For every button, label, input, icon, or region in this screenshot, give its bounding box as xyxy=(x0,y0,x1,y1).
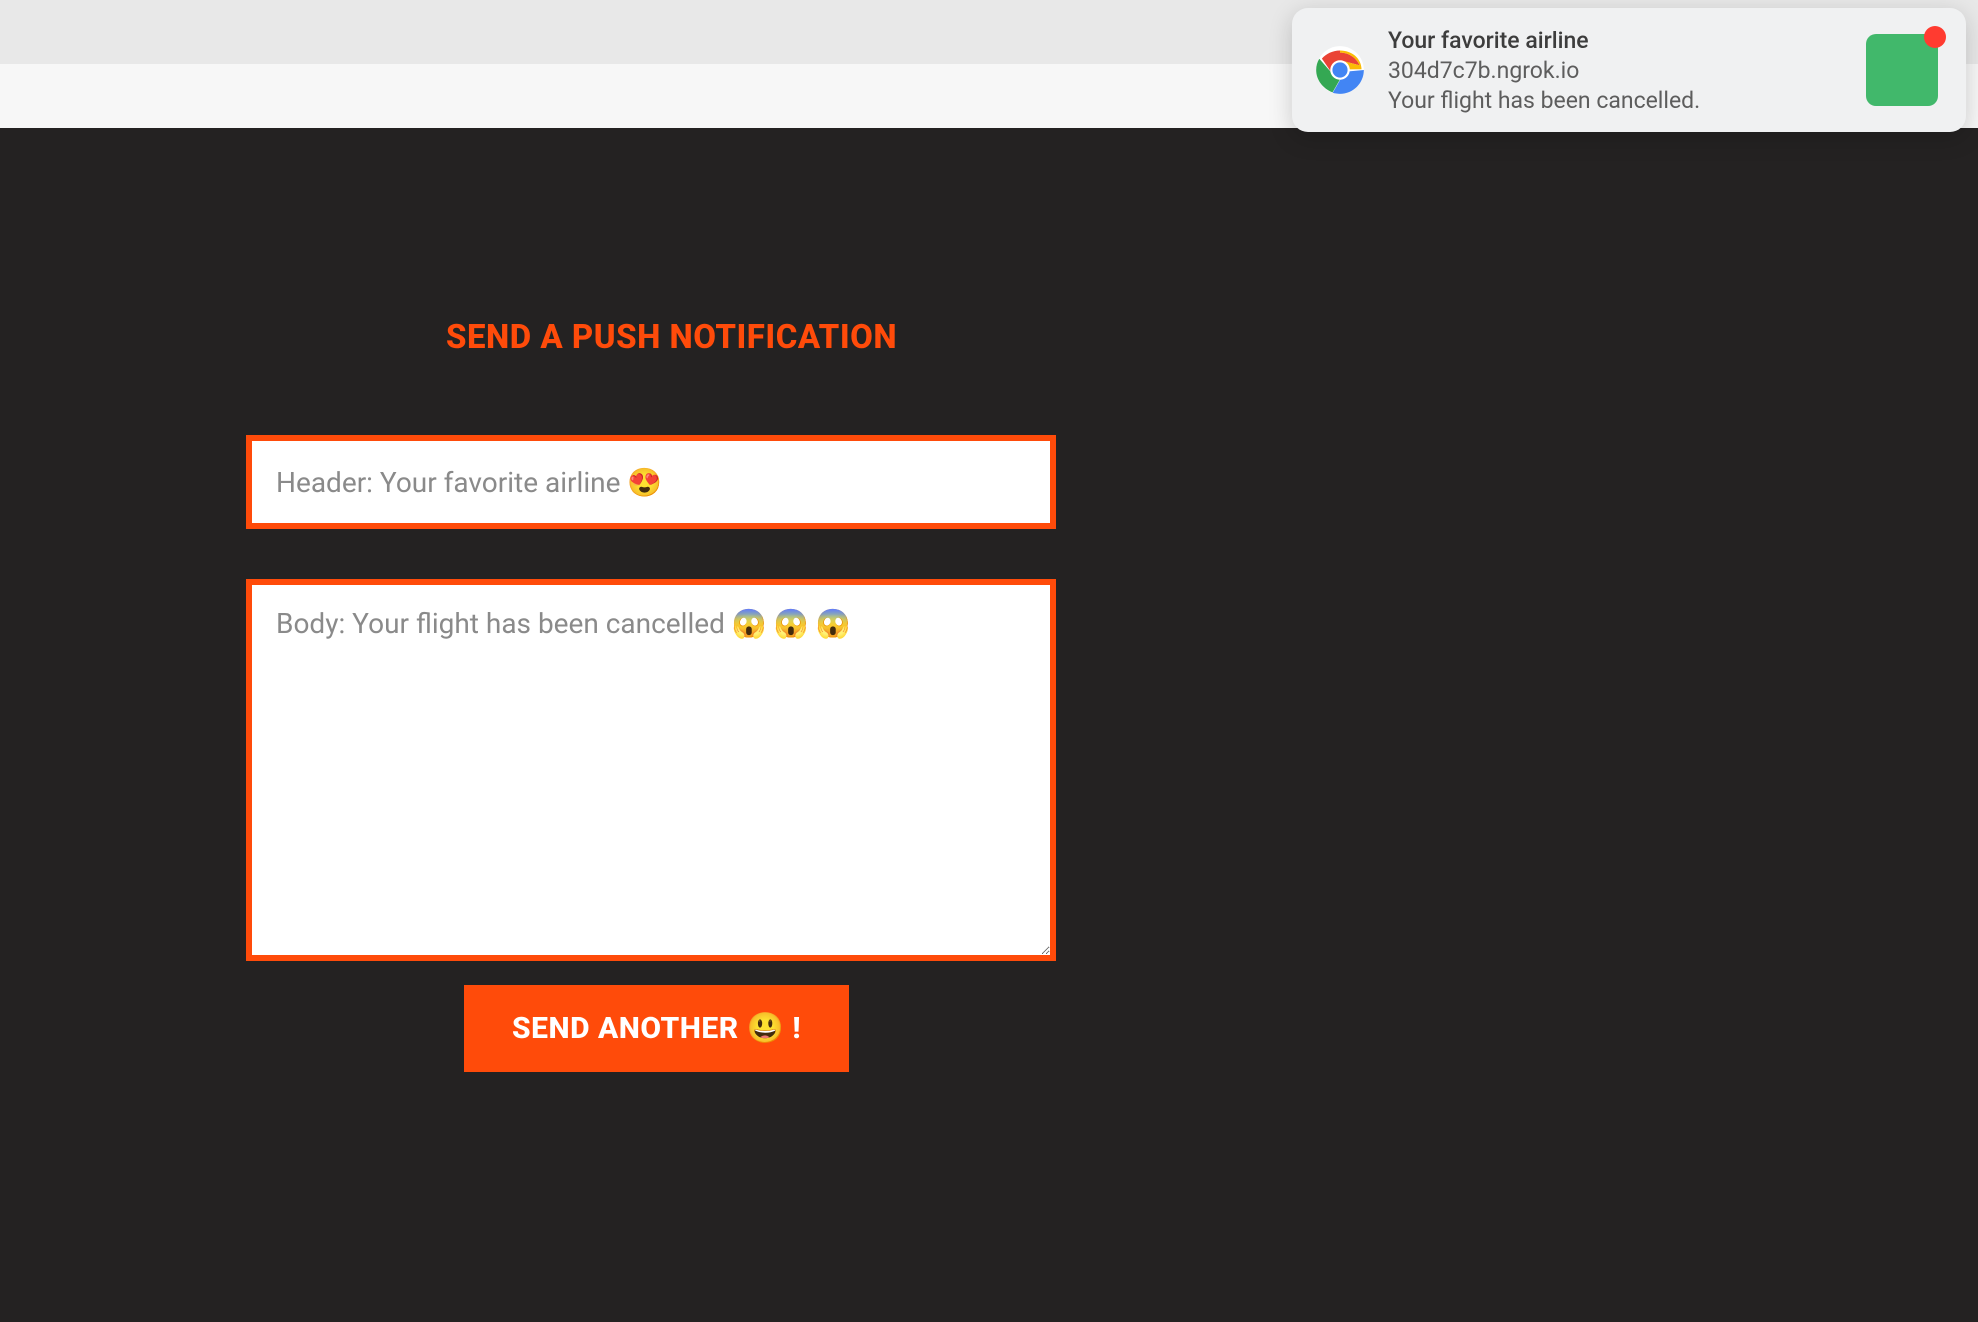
send-another-button[interactable]: SEND ANOTHER 😃 ! xyxy=(464,985,849,1072)
notification-body: Your flight has been cancelled. xyxy=(1388,87,1844,114)
page-title: SEND A PUSH NOTIFICATION xyxy=(446,318,1056,357)
notification-origin: 304d7c7b.ngrok.io xyxy=(1388,57,1844,84)
body-textarea[interactable] xyxy=(246,579,1056,961)
header-input[interactable] xyxy=(246,435,1056,529)
notification-app-icon xyxy=(1866,34,1938,106)
push-form: SEND A PUSH NOTIFICATION SEND ANOTHER 😃 … xyxy=(246,318,1056,1072)
system-notification[interactable]: Your favorite airline 304d7c7b.ngrok.io … xyxy=(1292,8,1966,132)
page-body: SEND A PUSH NOTIFICATION SEND ANOTHER 😃 … xyxy=(0,128,1978,1322)
notification-text: Your favorite airline 304d7c7b.ngrok.io … xyxy=(1388,27,1844,114)
notification-title: Your favorite airline xyxy=(1388,27,1844,54)
chrome-icon xyxy=(1314,44,1366,96)
